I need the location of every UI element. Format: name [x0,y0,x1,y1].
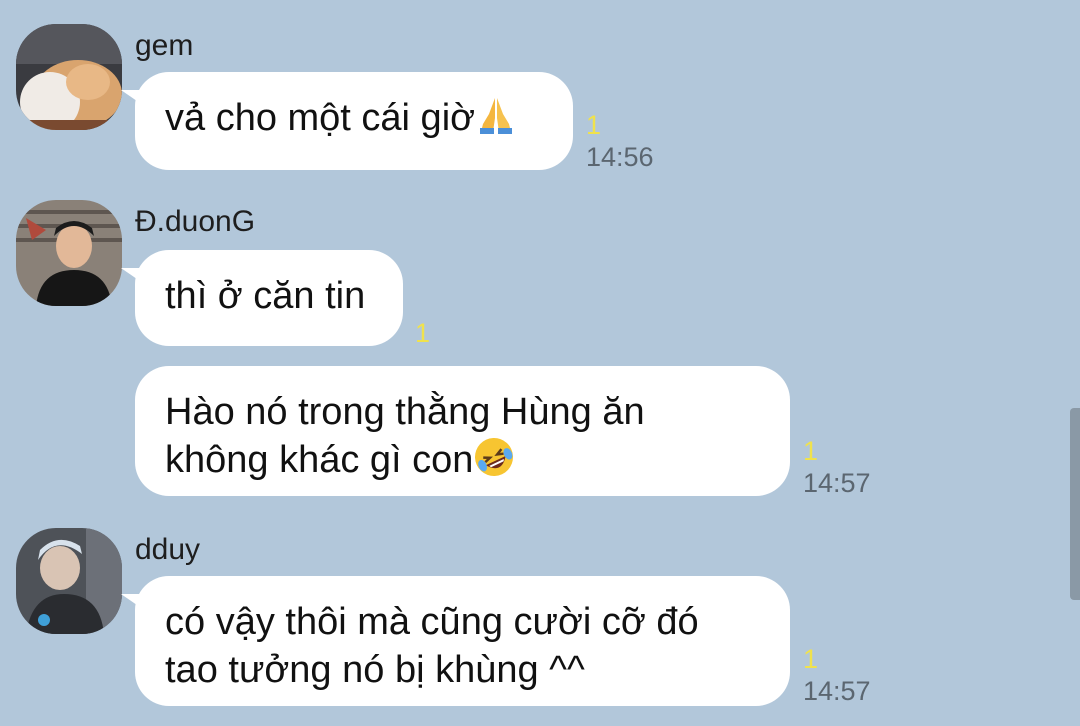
message-bubble[interactable]: Hào nó trong thằng Hùng ăn không khác gì… [135,366,790,496]
avatar-dduy[interactable] [16,528,122,634]
message-bubble[interactable]: vả cho một cái giờ [121,72,573,170]
message-bubble[interactable]: thì ở căn tin [121,250,403,346]
message-text: có vậy thôi mà cũng cười cỡ đó [165,601,699,643]
message-time: 14:56 [586,142,654,172]
avatar-duong[interactable] [16,200,122,306]
message-bubble[interactable]: có vậy thôi mà cũng cười cỡ đó tao tưởng… [121,576,790,706]
sender-name: gem [135,29,194,62]
message-text: tao tưởng nó bị khùng ^^ [165,649,585,691]
folded-hands-icon [475,94,517,136]
avatar-gem[interactable] [16,24,122,130]
unread-count: 1 [803,436,819,466]
message-text: không khác gì con [165,439,474,481]
scrollbar[interactable] [1070,408,1080,600]
message-text: Hào nó trong thằng Hùng ăn [165,391,645,433]
unread-count: 1 [803,644,819,674]
sender-name: dduy [135,533,201,566]
message-time: 14:57 [803,468,871,498]
unread-count: 1 [586,110,602,140]
unread-count: 1 [415,318,431,348]
message-text: thì ở căn tin [165,275,366,317]
message-time: 14:57 [803,676,871,706]
rolling-laughing-icon [473,436,515,478]
message-text: vả cho một cái giờ [165,97,476,139]
sender-name: Đ.duonG [135,205,256,238]
